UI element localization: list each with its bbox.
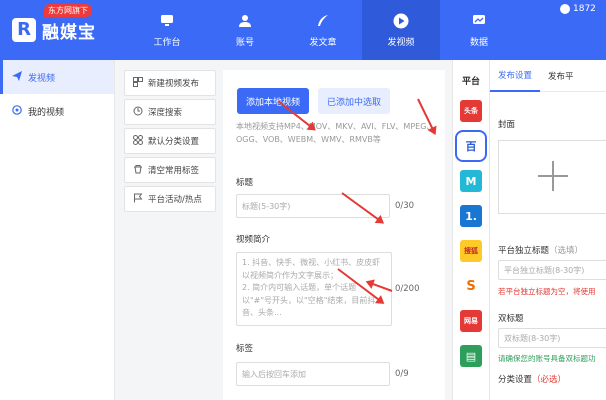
platform-events-button[interactable]: 平台活动/热点 — [124, 186, 216, 212]
logo-badge: 东方网旗下 — [44, 4, 92, 17]
flag-icon — [133, 193, 143, 206]
tool-column: 新建视频发布 深度搜索 默认分类设置 清空常用标签 平台活动/热点 — [124, 70, 216, 215]
supported-formats-text: 本地视频支持MP4、MOV、MKV、AVI、FLV、MPEG、OGG、VOB、W… — [236, 122, 435, 144]
tool-label: 深度搜索 — [148, 108, 183, 118]
nav-label: 账号 — [235, 37, 254, 48]
tags-label: 标签 — [236, 344, 254, 354]
weibo-icon[interactable]: S — [460, 275, 482, 297]
user-icon — [237, 13, 253, 29]
nav-label: 发文章 — [309, 37, 337, 48]
cover-upload[interactable] — [498, 140, 606, 214]
plus-icon — [536, 159, 570, 196]
nav-label: 发视频 — [387, 37, 415, 48]
new-icon — [133, 76, 143, 90]
double-title-label: 双标题 — [498, 314, 524, 324]
clear-icon — [133, 164, 143, 177]
title-label: 标题 — [236, 178, 254, 188]
baijiahao-icon[interactable]: 百 — [455, 130, 487, 162]
monitor-icon — [159, 13, 175, 29]
tab-publish-platform[interactable]: 发布平 — [540, 60, 582, 92]
nav-label: 工作台 — [153, 37, 181, 48]
yidian-icon[interactable]: 1. — [460, 205, 482, 227]
dayu-icon[interactable]: M — [460, 170, 482, 192]
logo-icon: R — [12, 18, 36, 42]
app-name: 融媒宝 — [42, 23, 96, 43]
new-video-button[interactable]: 新建视频发布 — [124, 70, 216, 96]
intro-placeholder-line: 1. 抖音、快手、微视、小红书、皮皮虾 — [242, 258, 381, 267]
cover-label: 封面 — [498, 120, 516, 130]
avatar — [560, 4, 570, 14]
intro-label: 视频简介 — [236, 235, 271, 245]
video-icon — [12, 104, 22, 118]
video-form: 添加本地视频 已添加中选取 本地视频支持MP4、MOV、MKV、AVI、FLV、… — [223, 70, 445, 400]
intro-counter: 0/200 — [395, 284, 420, 294]
add-local-video-button[interactable]: 添加本地视频 — [237, 88, 309, 114]
tags-counter: 0/9 — [395, 369, 409, 379]
tool-label: 默认分类设置 — [148, 137, 200, 147]
intro-textarea[interactable]: 1. 抖音、快手、微视、小红书、皮皮虾 以视频简介作为文字展示； 2. 简介内可… — [236, 252, 392, 326]
tool-label: 平台活动/热点 — [148, 195, 202, 205]
intro-placeholder-line: 音、头条... — [242, 308, 282, 317]
tab-publish-settings[interactable]: 发布设置 — [490, 60, 541, 92]
intro-placeholder-line: 以视频简介作为文字展示； — [242, 270, 338, 280]
tags-input[interactable]: 输入后按回车添加 — [236, 362, 390, 386]
deep-search-button[interactable]: 深度搜索 — [124, 99, 216, 125]
toutiao-icon[interactable]: 头条 — [460, 100, 482, 122]
wangyi-icon[interactable]: 网易 — [460, 310, 482, 332]
select-existing-button[interactable]: 已添加中选取 — [318, 88, 390, 114]
tool-label: 新建视频发布 — [148, 79, 200, 89]
sidebar-item-my-videos[interactable]: 我的视频 — [0, 94, 114, 128]
standalone-title-warning: 若平台独立标题为空，将使用 — [498, 287, 596, 296]
title-counter: 0/30 — [395, 201, 415, 211]
tool-label: 清空常用标签 — [148, 166, 200, 176]
account-area[interactable]: 1872 — [560, 4, 596, 14]
sohu-icon[interactable]: 搜狐 — [460, 240, 482, 262]
sidebar: 发视频 我的视频 — [0, 60, 115, 400]
send-icon — [12, 70, 22, 84]
double-title-input[interactable]: 双标题(8-30字) — [498, 328, 606, 348]
category-icon — [133, 134, 143, 148]
double-title-warning: 请确保您的账号具备双标题功 — [498, 354, 596, 363]
settings-tabs: 发布设置 发布平 — [490, 60, 606, 92]
pen-icon — [315, 13, 331, 29]
nav-item-account[interactable]: 账号 — [206, 0, 284, 60]
platform-column: 平台 头条 百 M 1. 搜狐 S 网易 ▤ — [452, 60, 490, 400]
title-input[interactable]: 标题(5-30字) — [236, 194, 390, 218]
intro-placeholder-line: 以"#"号开头，以"空格"结束，目前抖 — [242, 295, 376, 305]
search-icon — [133, 106, 143, 119]
chart-icon — [471, 13, 487, 29]
nav-item-dashboard[interactable]: 工作台 — [128, 0, 206, 60]
default-category-button[interactable]: 默认分类设置 — [124, 128, 216, 154]
standalone-title-input[interactable]: 平台独立标题(8-30字) — [498, 260, 606, 280]
clear-tags-button[interactable]: 清空常用标签 — [124, 157, 216, 183]
play-icon — [393, 13, 409, 29]
sidebar-item-label: 发视频 — [28, 73, 56, 84]
nav-item-video[interactable]: 发视频 — [362, 0, 440, 60]
main-nav: 工作台 账号 发文章 发视频 数据 — [128, 0, 518, 60]
top-bar: 东方网旗下 R 融媒宝 工作台 账号 发文章 发视频 数据 1872 — [0, 0, 606, 60]
nav-label: 数据 — [469, 37, 488, 48]
sidebar-item-post-video[interactable]: 发视频 — [0, 60, 114, 94]
account-phone: 1872 — [573, 4, 596, 14]
qie-icon[interactable]: ▤ — [460, 345, 482, 367]
category-label: 分类设置（必选） — [498, 375, 567, 385]
platform-header: 平台 — [461, 76, 480, 87]
standalone-title-label: 平台独立标题（选填） — [498, 246, 584, 256]
nav-item-article[interactable]: 发文章 — [284, 0, 362, 60]
sidebar-item-label: 我的视频 — [28, 107, 65, 118]
nav-item-data[interactable]: 数据 — [440, 0, 518, 60]
settings-panel: 发布设置 发布平 封面 平台独立标题（选填） 平台独立标题(8-30字) 若平台… — [490, 60, 606, 400]
